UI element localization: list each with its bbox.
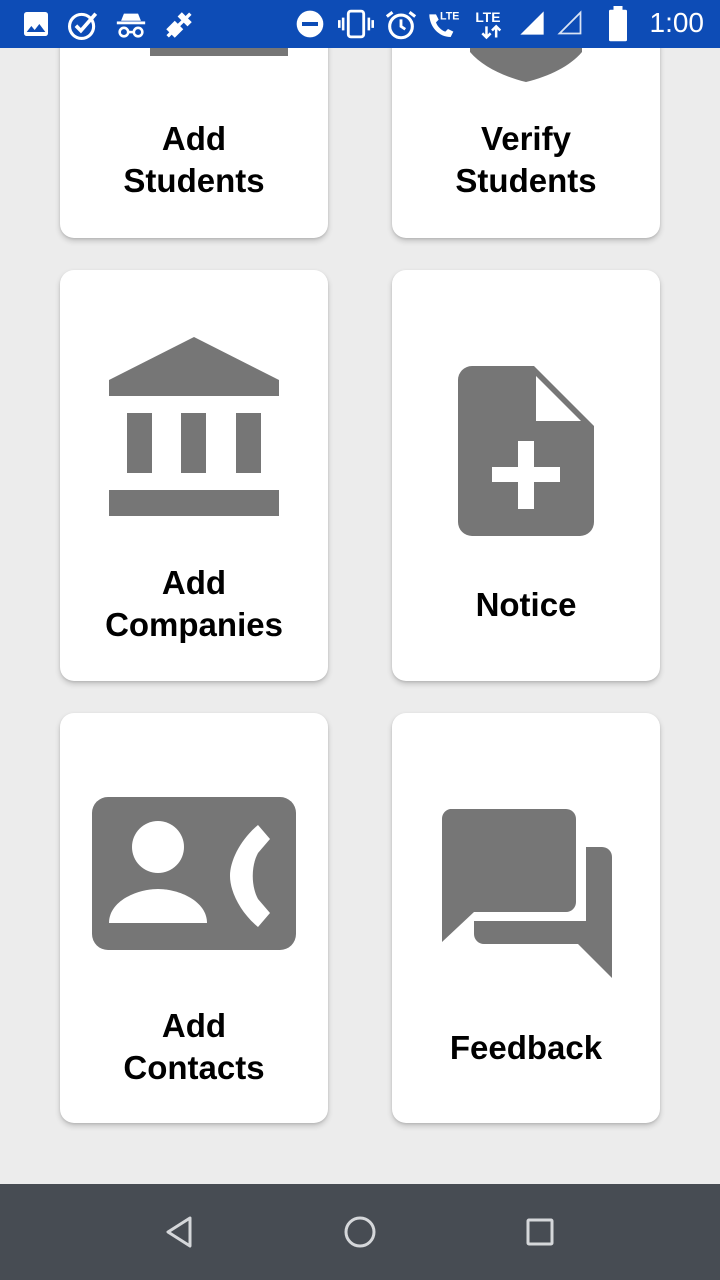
add-companies-card[interactable]: Add Companies [60,270,328,681]
mic-off-icon [166,12,192,38]
back-icon[interactable] [160,1212,200,1252]
status-bar: LTE LTE 1:00 [0,0,720,48]
add-students-label: Add Students [123,120,265,199]
forum-icon [441,809,612,978]
do-not-disturb-icon [296,10,324,38]
image-icon [24,12,48,36]
svg-text:LTE: LTE [440,11,459,23]
vibrate-icon [338,9,374,39]
add-student-icon [150,48,288,56]
dashboard-grid: Add Students Verify Students Add Compani… [0,48,720,1184]
feedback-label: Feedback [449,1029,603,1066]
verify-students-label: Verify Students [455,120,597,199]
verify-students-card[interactable]: Verify Students [392,48,660,238]
check-circle-icon [67,12,98,41]
add-students-card[interactable]: Add Students [60,48,328,238]
recents-icon[interactable] [520,1212,560,1252]
clock: 1:00 [649,7,705,38]
lte-data-icon: LTE [475,9,502,40]
battery-icon [609,6,627,42]
notice-card[interactable]: Notice [392,270,660,681]
alarm-icon [385,11,417,40]
signal-full-icon [520,11,544,35]
note-add-icon [458,366,594,536]
add-companies-label: Add Companies [105,564,283,643]
contact-phone-icon [92,797,296,950]
svg-text:LTE: LTE [475,9,500,25]
notice-label: Notice [475,586,577,623]
signal-empty-icon [557,10,582,35]
navigation-bar [0,1184,720,1280]
shield-icon [470,48,582,82]
home-icon[interactable] [340,1212,380,1252]
add-contacts-card[interactable]: Add Contacts [60,713,328,1123]
bank-icon [109,337,279,516]
feedback-card[interactable]: Feedback [392,713,660,1123]
wifi-calling-icon: LTE [429,11,459,37]
incognito-icon [116,13,146,38]
add-contacts-label: Add Contacts [123,1007,265,1086]
